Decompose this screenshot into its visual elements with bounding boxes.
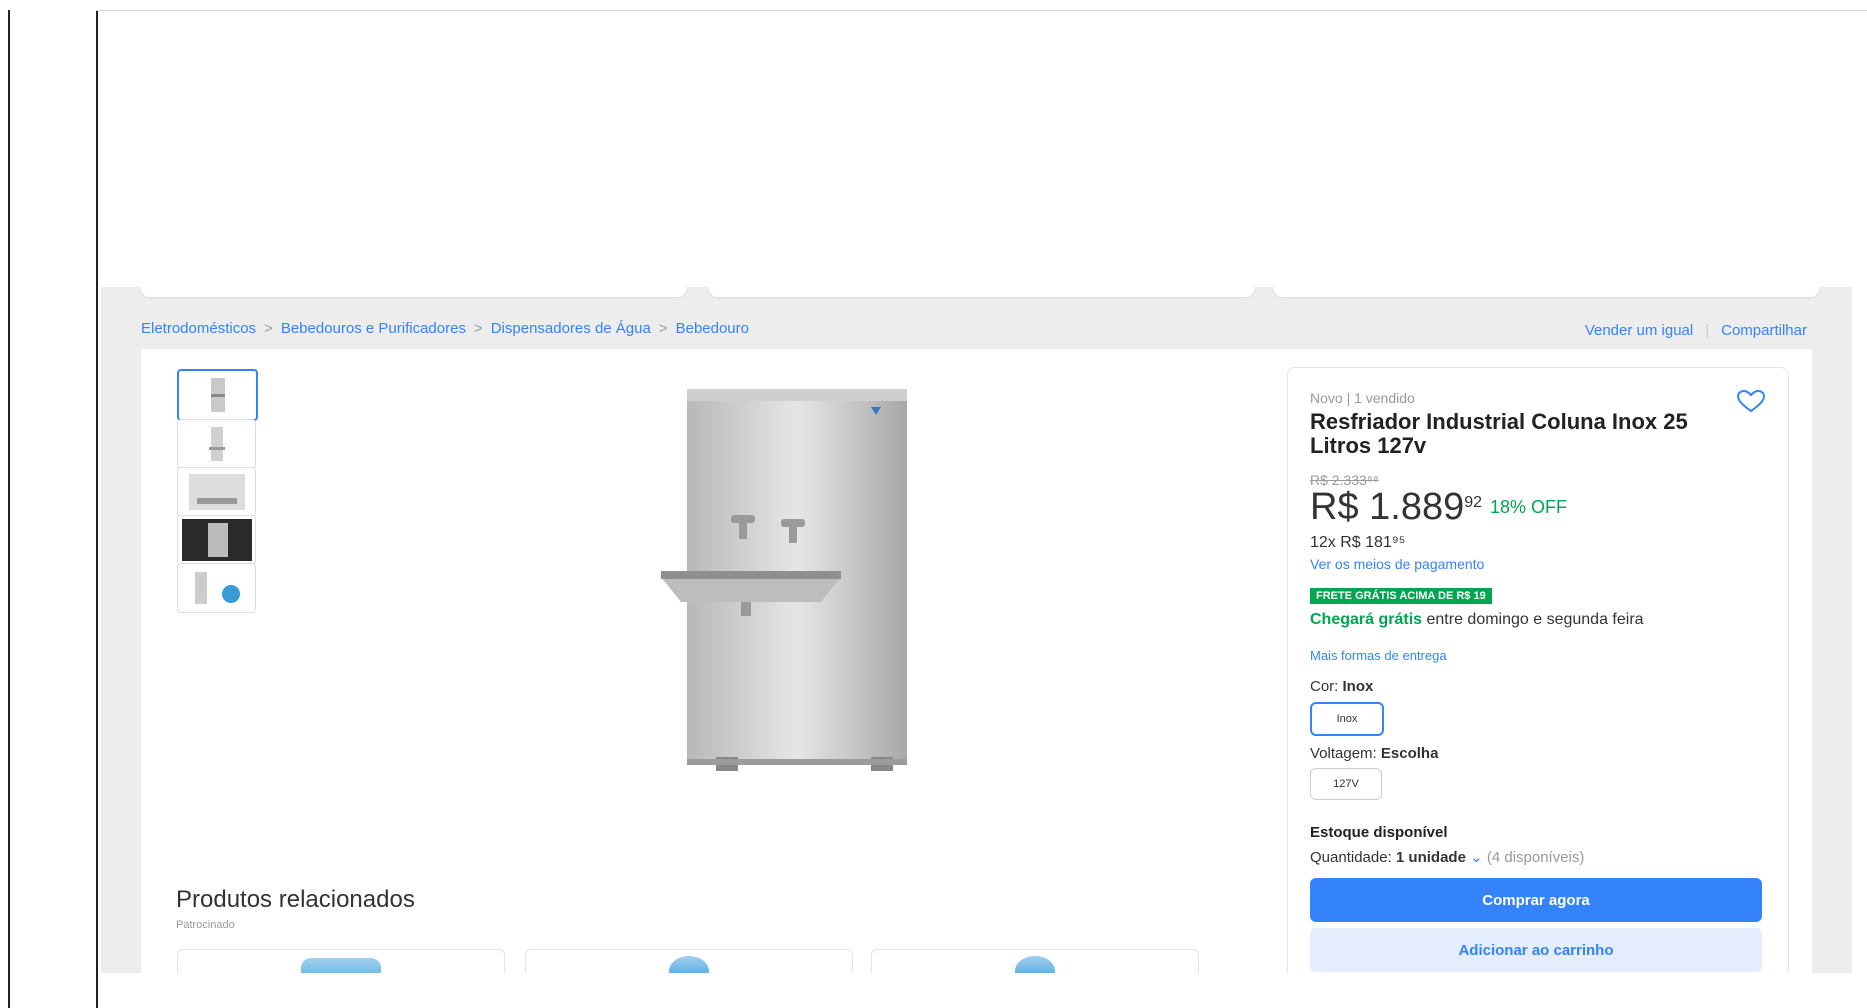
sponsored-label: Patrocinado bbox=[176, 919, 235, 931]
top-card bbox=[141, 287, 686, 297]
color-label: Cor: Inox bbox=[1310, 678, 1374, 695]
shipping-text: entre domingo e segunda feira bbox=[1426, 611, 1644, 628]
left-border-line bbox=[8, 10, 10, 1008]
voltage-label: Voltagem: Escolha bbox=[1310, 745, 1439, 762]
product-panel: Produtos relacionados Patrocinado Novo |… bbox=[141, 349, 1812, 973]
main-product-image[interactable] bbox=[661, 387, 911, 792]
breadcrumb-separator: > bbox=[473, 320, 483, 337]
buy-box: Novo | 1 vendido Resfriador Industrial C… bbox=[1287, 367, 1789, 973]
condition-label: Novo | 1 vendido bbox=[1310, 390, 1415, 406]
buy-now-button[interactable]: Comprar agora bbox=[1310, 878, 1762, 922]
quantity-available: (4 disponíveis) bbox=[1486, 849, 1585, 866]
faucet-detail-icon bbox=[188, 474, 245, 510]
left-panel-divider bbox=[96, 10, 98, 1008]
payment-methods-link[interactable]: Ver os meios de pagamento bbox=[1310, 556, 1484, 572]
top-card bbox=[1274, 287, 1819, 297]
page-actions: Vender um igual | Compartilhar bbox=[1585, 322, 1807, 339]
related-product-card[interactable] bbox=[177, 949, 505, 973]
gallery-thumbnail[interactable] bbox=[177, 369, 258, 421]
gallery-thumbnail[interactable] bbox=[177, 467, 256, 517]
gallery-thumbnail[interactable] bbox=[177, 515, 256, 565]
breadcrumb-item[interactable]: Bebedouro bbox=[676, 320, 749, 337]
dark-detail-icon bbox=[181, 519, 252, 561]
product-thumbnail bbox=[301, 958, 381, 973]
breadcrumb-separator: > bbox=[658, 320, 668, 337]
shipping-info: Chegará grátis entre domingo e segunda f… bbox=[1310, 611, 1740, 629]
voltage-value: Escolha bbox=[1380, 745, 1439, 762]
voltage-option[interactable]: 127V bbox=[1310, 768, 1382, 800]
chevron-down-icon: ⌄ bbox=[1470, 849, 1483, 866]
color-option[interactable]: Inox bbox=[1310, 702, 1384, 736]
share-link[interactable]: Compartilhar bbox=[1721, 322, 1807, 339]
product-thumbnail bbox=[1015, 956, 1055, 973]
stock-label: Estoque disponível bbox=[1310, 824, 1448, 841]
color-value: Inox bbox=[1342, 678, 1374, 695]
quantity-selector[interactable]: Quantidade: 1 unidade ⌄ (4 disponíveis) bbox=[1310, 848, 1584, 866]
shipping-strong: Chegará grátis bbox=[1310, 611, 1423, 628]
quantity-value: 1 unidade bbox=[1395, 849, 1466, 866]
cooler-bottle-icon bbox=[194, 572, 240, 604]
actions-divider: | bbox=[1705, 322, 1710, 339]
related-products-title: Produtos relacionados bbox=[176, 886, 415, 913]
top-divider bbox=[96, 10, 1867, 11]
breadcrumb-item[interactable]: Bebedouros e Purificadores bbox=[281, 320, 466, 337]
sell-similar-link[interactable]: Vender um igual bbox=[1585, 322, 1693, 339]
discount-badge: 18% OFF bbox=[1490, 497, 1568, 517]
heart-outline-icon[interactable] bbox=[1736, 389, 1766, 419]
breadcrumb-separator: > bbox=[264, 320, 273, 337]
breadcrumb-item[interactable]: Dispensadores de Água bbox=[491, 320, 651, 337]
gallery-thumbnail[interactable] bbox=[177, 563, 256, 613]
related-product-card[interactable] bbox=[525, 949, 853, 973]
price-cents: 92 bbox=[1464, 494, 1483, 511]
product-thumbnail bbox=[669, 956, 709, 973]
breadcrumb-item[interactable]: Eletrodomésticos bbox=[141, 320, 256, 337]
water-cooler-thumbnail-icon bbox=[210, 378, 225, 412]
water-cooler-image bbox=[661, 389, 907, 771]
price-value: R$ 1.889 bbox=[1310, 486, 1465, 528]
delivery-options-link[interactable]: Mais formas de entrega bbox=[1310, 648, 1447, 663]
add-to-cart-button[interactable]: Adicionar ao carrinho bbox=[1310, 928, 1762, 972]
current-price: R$ 1.88992 18% OFF bbox=[1310, 486, 1567, 529]
related-product-card[interactable] bbox=[871, 949, 1199, 973]
free-shipping-badge: FRETE GRÁTIS ACIMA DE R$ 19 bbox=[1310, 588, 1492, 604]
water-cooler-thumbnail-icon bbox=[208, 427, 225, 461]
gallery-thumbnail[interactable] bbox=[177, 419, 256, 469]
installments-text: 12x R$ 181⁹⁵ bbox=[1310, 534, 1406, 551]
breadcrumb: Eletrodomésticos > Bebedouros e Purificado… bbox=[141, 320, 749, 337]
top-card bbox=[709, 287, 1254, 297]
product-page: Eletrodomésticos > Bebedouros e Purificado… bbox=[101, 287, 1852, 973]
product-title: Resfriador Industrial Coluna Inox 25 Lit… bbox=[1310, 409, 1688, 458]
